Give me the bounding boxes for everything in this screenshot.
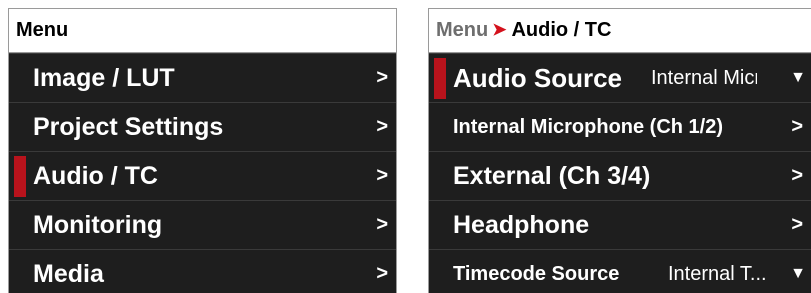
breadcrumb-current: Audio / TC <box>511 19 612 41</box>
breadcrumb: Menu ➤ Audio / TC <box>429 9 811 53</box>
timecode-source-select[interactable]: Timecode Source Internal T... ▼ <box>429 249 811 293</box>
menu-item-headphone[interactable]: Headphone > <box>429 200 811 249</box>
menu-item-external[interactable]: External (Ch 3/4) > <box>429 151 811 200</box>
menu-item-image-lut[interactable]: Image / LUT > <box>9 53 396 102</box>
breadcrumb-menu-link[interactable]: Menu <box>436 19 488 42</box>
menu-item-media[interactable]: Media > <box>9 249 396 293</box>
menu-item-label: Audio / TC <box>33 161 158 190</box>
menu-item-project-settings[interactable]: Project Settings > <box>9 102 396 151</box>
menu-item-label: Monitoring <box>33 210 163 239</box>
menu-header: Menu <box>9 9 396 53</box>
setting-label: External (Ch 3/4) <box>453 161 651 190</box>
menu-item-label: Project Settings <box>33 112 224 141</box>
setting-value: Internal T... <box>668 262 767 285</box>
chevron-right-icon: > <box>791 213 803 236</box>
audio-source-select[interactable]: Audio Source Internal Micr ▼ <box>429 53 811 102</box>
menu-item-internal-microphone[interactable]: Internal Microphone (Ch 1/2) > <box>429 102 811 151</box>
menu-item-label: Image / LUT <box>33 63 175 92</box>
arrow-right-icon: ➤ <box>492 19 507 39</box>
chevron-right-icon: > <box>376 164 388 187</box>
chevron-right-icon: > <box>376 115 388 138</box>
chevron-right-icon: > <box>791 164 803 187</box>
menu-item-monitoring[interactable]: Monitoring > <box>9 200 396 249</box>
setting-value: Internal Micr <box>651 66 757 89</box>
menu-title: Menu <box>16 19 69 41</box>
audio-tc-panel: Menu ➤ Audio / TC Audio Source Internal … <box>428 8 811 293</box>
setting-label: Internal Microphone (Ch 1/2) <box>453 115 724 138</box>
menu-panel: Menu Image / LUT > Project Settings > Au… <box>8 8 397 293</box>
caret-down-icon: ▼ <box>790 265 806 282</box>
menu-item-audio-tc[interactable]: Audio / TC > <box>9 151 396 200</box>
chevron-right-icon: > <box>376 262 388 285</box>
setting-label: Timecode Source <box>453 262 620 285</box>
caret-down-icon: ▼ <box>790 69 806 86</box>
setting-label: Audio Source <box>453 62 623 93</box>
menu-item-label: Media <box>33 259 104 288</box>
setting-label: Headphone <box>453 210 590 239</box>
chevron-right-icon: > <box>376 66 388 89</box>
chevron-right-icon: > <box>791 115 803 138</box>
chevron-right-icon: > <box>376 213 388 236</box>
